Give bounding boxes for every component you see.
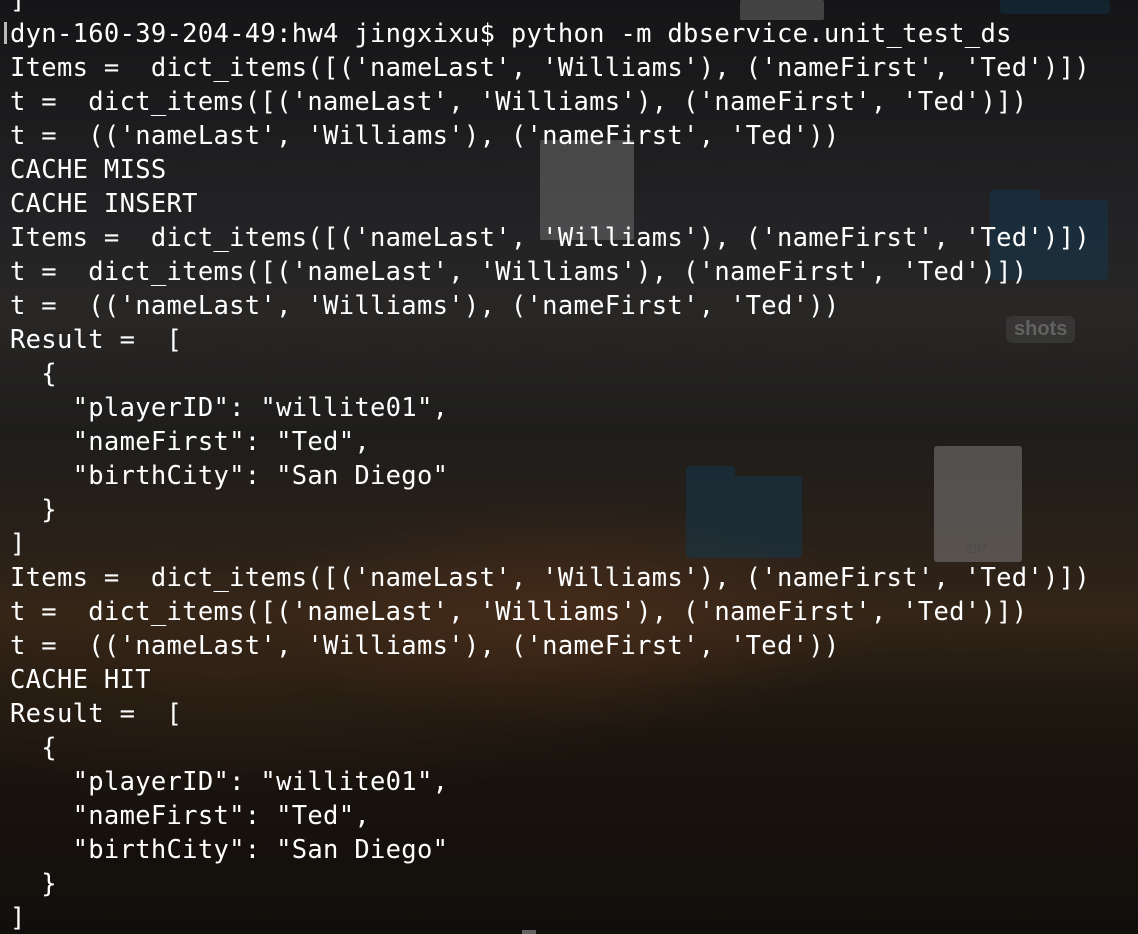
terminal-line: Result = [ bbox=[10, 699, 183, 729]
terminal-line: "birthCity": "San Diego" bbox=[10, 835, 449, 865]
terminal-line: "playerID": "willite01", bbox=[10, 767, 449, 797]
terminal-window[interactable]: ] dyn-160-39-204-49:hw4 jingxixu$ python… bbox=[0, 0, 1138, 934]
terminal-line: ] bbox=[10, 903, 26, 933]
terminal-line: CACHE INSERT bbox=[10, 189, 198, 219]
terminal-line: "playerID": "willite01", bbox=[10, 393, 449, 423]
terminal-line: } bbox=[10, 495, 57, 525]
terminal-line: CACHE MISS bbox=[10, 155, 167, 185]
terminal-output: ] dyn-160-39-204-49:hw4 jingxixu$ python… bbox=[10, 0, 1090, 934]
terminal-line: "birthCity": "San Diego" bbox=[10, 461, 449, 491]
terminal-line: t = (('nameLast', 'Williams'), ('nameFir… bbox=[10, 121, 840, 151]
terminal-line: ] bbox=[10, 0, 26, 15]
terminal-line: t = (('nameLast', 'Williams'), ('nameFir… bbox=[10, 291, 840, 321]
terminal-line: } bbox=[10, 869, 57, 899]
terminal-line: { bbox=[10, 733, 57, 763]
terminal-line: Items = dict_items([('nameLast', 'Willia… bbox=[10, 53, 1091, 83]
terminal-line: t = (('nameLast', 'Williams'), ('nameFir… bbox=[10, 631, 840, 661]
terminal-line: "nameFirst": "Ted", bbox=[10, 427, 371, 457]
terminal-line: Items = dict_items([('nameLast', 'Willia… bbox=[10, 563, 1091, 593]
terminal-line: t = dict_items([('nameLast', 'Williams')… bbox=[10, 257, 1028, 287]
terminal-line: t = dict_items([('nameLast', 'Williams')… bbox=[10, 597, 1028, 627]
terminal-line: ] bbox=[10, 529, 26, 559]
scroll-indicator[interactable] bbox=[522, 930, 536, 934]
terminal-line: "nameFirst": "Ted", bbox=[10, 801, 371, 831]
terminal-cursor bbox=[4, 22, 7, 44]
terminal-line: Result = [ bbox=[10, 325, 183, 355]
terminal-line: CACHE HIT bbox=[10, 665, 151, 695]
terminal-line: { bbox=[10, 359, 57, 389]
terminal-line: Items = dict_items([('nameLast', 'Willia… bbox=[10, 223, 1091, 253]
terminal-line: t = dict_items([('nameLast', 'Williams')… bbox=[10, 87, 1028, 117]
terminal-prompt-line: dyn-160-39-204-49:hw4 jingxixu$ python -… bbox=[10, 19, 1012, 49]
